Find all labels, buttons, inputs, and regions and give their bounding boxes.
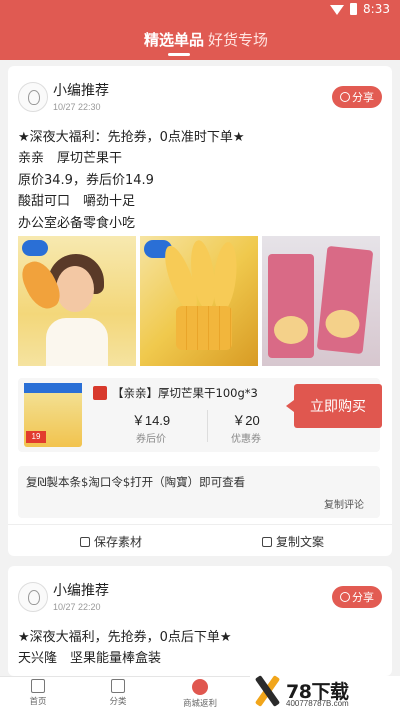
product-thumbnail: 19 xyxy=(24,383,82,447)
post-time: 10/27 22:30 xyxy=(53,102,101,112)
post-author: 小编推荐 xyxy=(53,83,109,99)
save-material-button[interactable]: 保存素材 xyxy=(80,533,142,550)
post-image-model-with-mango[interactable] xyxy=(18,236,136,366)
post-line: 酸甜可口 嚼劲十足 xyxy=(18,194,136,210)
avatar xyxy=(18,82,48,112)
nav-home[interactable]: 首页 xyxy=(8,679,68,707)
grid-icon xyxy=(111,679,125,693)
image-shape xyxy=(46,318,108,366)
coupon-value: ￥20 xyxy=(232,413,260,428)
post-line: 办公室必备零食小吃 xyxy=(18,215,136,231)
post-line: 亲亲 厚切芒果干 xyxy=(18,151,123,167)
image-shape xyxy=(24,383,82,393)
nav-mall-rebate[interactable]: 商城返利 xyxy=(170,679,230,709)
share-button[interactable]: 分享 xyxy=(332,86,382,108)
post-line: ★深夜大福利，先抢券，0点后下单★ xyxy=(18,630,232,645)
coupon-label: 优惠券 xyxy=(231,434,261,445)
top-tab-bar: 精选单品 好货专场 xyxy=(0,20,400,60)
watermark-logo-icon xyxy=(254,676,280,706)
image-shape xyxy=(56,266,94,312)
status-time: 8:33 xyxy=(363,2,390,16)
post-time: 10/27 22:20 xyxy=(53,602,101,612)
post-images xyxy=(18,236,380,366)
share-label: 分享 xyxy=(352,91,374,104)
wifi-icon xyxy=(330,5,345,15)
copy-icon xyxy=(262,536,272,547)
gift-icon xyxy=(192,679,208,695)
post-image-product-packs[interactable] xyxy=(262,236,380,366)
active-tab-indicator xyxy=(168,53,190,56)
image-shape xyxy=(316,245,374,355)
post-image-mango-slices[interactable] xyxy=(140,236,258,366)
share-label: 分享 xyxy=(352,591,374,604)
brand-logo xyxy=(22,240,48,256)
share-button[interactable]: 分享 xyxy=(332,586,382,608)
post-text: ★深夜大福利：先抢券，0点准时下单★ 亲亲 厚切芒果干 原价34.9，券后价14… xyxy=(18,127,245,234)
product-title: 【亲亲】厚切芒果干100g*3 xyxy=(112,386,258,400)
avatar xyxy=(18,582,48,612)
image-shape xyxy=(176,306,232,350)
image-shape xyxy=(210,241,240,313)
battery-icon xyxy=(350,3,358,15)
post-author: 小编推荐 xyxy=(53,583,109,599)
image-icon xyxy=(80,536,90,547)
shop-logo-icon xyxy=(93,386,107,400)
nav-home-label: 首页 xyxy=(29,697,47,707)
copy-text-label: 复制文案 xyxy=(276,535,325,549)
after-coupon-price: ￥14.9 xyxy=(131,413,171,428)
product-card[interactable]: 19 【亲亲】厚切芒果干100g*3 ￥14.9 券后价 ￥20 优惠券 立即购… xyxy=(18,378,382,452)
after-coupon-price-label: 券后价 xyxy=(136,434,166,445)
buy-button-arrow xyxy=(286,400,294,412)
tab-featured-items[interactable]: 精选单品 xyxy=(144,29,204,50)
post-line: 原价34.9，券后价14.9 xyxy=(18,172,154,188)
tab-good-deals[interactable]: 好货专场 xyxy=(208,29,268,50)
product-thumbnail-badge: 19 xyxy=(26,431,46,443)
watermark-url: 400778787B.com xyxy=(286,699,349,708)
nav-mall-rebate-label: 商城返利 xyxy=(182,699,217,709)
copy-text-button[interactable]: 复制文案 xyxy=(262,533,324,550)
share-icon xyxy=(340,592,350,602)
home-icon xyxy=(31,679,45,693)
nav-category-label: 分类 xyxy=(109,697,127,707)
divider xyxy=(207,410,208,442)
post-card: 小编推荐 10/27 22:30 分享 ★深夜大福利：先抢券，0点准时下单★ 亲… xyxy=(8,66,392,556)
post-line: 天兴隆 坚果能量棒盒装 xyxy=(18,651,162,667)
share-icon xyxy=(340,92,350,102)
post-text: ★深夜大福利，先抢券，0点后下单★ 天兴隆 坚果能量棒盒装 xyxy=(18,627,232,670)
buy-now-button[interactable]: 立即购买 xyxy=(294,384,382,428)
copy-comment-button[interactable]: 复制评论 xyxy=(324,496,364,511)
comment-text: 复₪製本条$淘口令$打开（陶寶）即可查看 xyxy=(26,475,246,489)
status-bar: 8:33 xyxy=(0,0,400,20)
image-shape xyxy=(268,254,314,358)
nav-category[interactable]: 分类 xyxy=(88,679,148,707)
site-watermark: 78下载 400778787B.com xyxy=(250,676,400,710)
post-card: 小编推荐 10/27 22:20 分享 ★深夜大福利，先抢券，0点后下单★ 天兴… xyxy=(8,566,392,676)
comment-box: 复₪製本条$淘口令$打开（陶寶）即可查看 复制评论 xyxy=(18,466,380,518)
save-material-label: 保存素材 xyxy=(94,535,143,549)
post-line: ★深夜大福利：先抢券，0点准时下单★ xyxy=(18,130,245,145)
post-actions: 保存素材 复制文案 xyxy=(8,524,392,556)
